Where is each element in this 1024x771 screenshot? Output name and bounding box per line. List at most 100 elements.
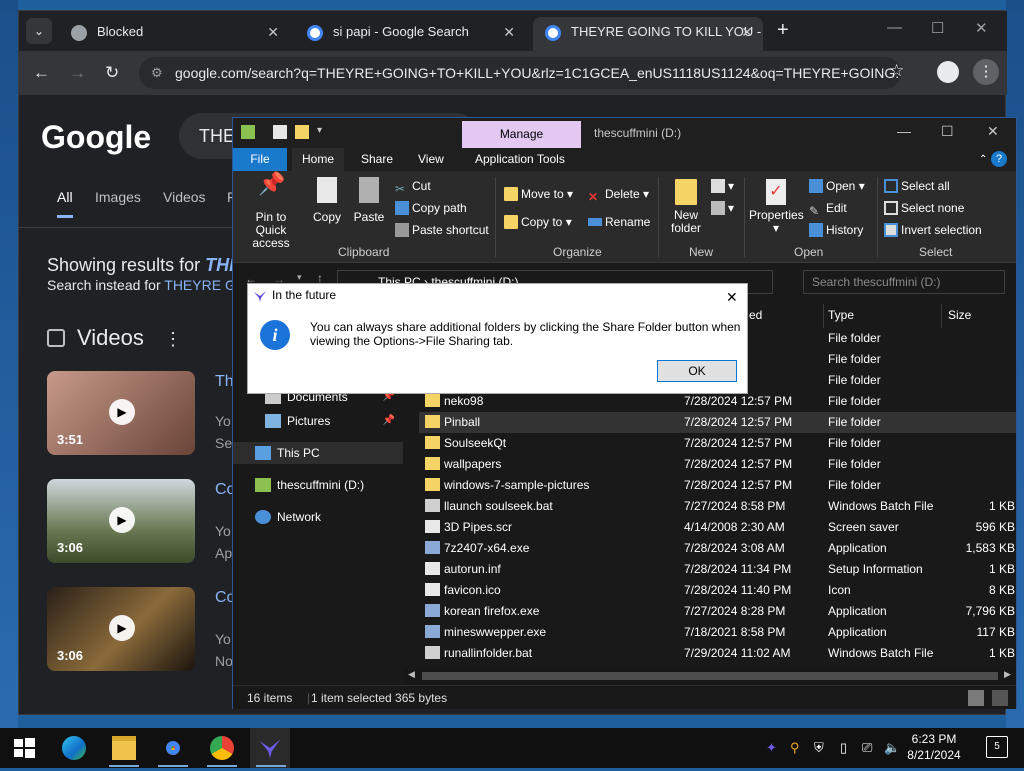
back-icon[interactable]: ← [33, 63, 50, 83]
nav-item-network[interactable]: Network [233, 506, 403, 528]
minimize-icon[interactable]: — [887, 19, 902, 36]
file-row[interactable]: wallpapers 7/28/2024 12:57 PM File folder [419, 454, 1016, 475]
details-view-icon[interactable] [968, 690, 984, 706]
rename-button[interactable]: Rename [588, 215, 650, 229]
select-none-button[interactable]: Select none [884, 201, 964, 215]
network-icon[interactable]: ⎚ [862, 740, 872, 756]
minimize-icon[interactable]: — [897, 123, 911, 139]
properties-button[interactable]: ✓ Properties ▾ [749, 179, 804, 235]
invert-selection-button[interactable]: Invert selection [884, 223, 982, 237]
close-icon[interactable]: ✕ [987, 123, 999, 140]
soulseek-tray-icon[interactable]: ✦ [766, 740, 777, 756]
properties-qat-icon[interactable] [273, 125, 287, 139]
ribbon-tab-view[interactable]: View [408, 148, 454, 171]
ribbon-tab-home[interactable]: Home [292, 148, 345, 171]
soulseek-taskbar-button[interactable] [250, 728, 290, 768]
google-logo[interactable]: Google [41, 119, 151, 156]
search-tray-icon[interactable]: ⚲ [790, 740, 800, 756]
menu-icon[interactable]: ⋮ [973, 59, 999, 85]
file-row[interactable]: 3D Pipes.scr 4/14/2008 2:30 AM Screen save… [419, 517, 1016, 538]
notification-center-icon[interactable]: 5 [986, 736, 1008, 758]
close-icon[interactable]: ✕ [975, 19, 988, 37]
maximize-icon[interactable]: ☐ [931, 19, 944, 37]
pin-icon[interactable]: 📌 [383, 410, 395, 432]
scrollbar-thumb[interactable] [422, 672, 998, 680]
nav-item-pictures[interactable]: Pictures 📌 [233, 410, 403, 432]
site-info-icon[interactable]: ⚙ [151, 57, 163, 89]
dialog-close-icon[interactable]: ✕ [726, 286, 738, 308]
original-query-link[interactable]: THEYRE G [164, 277, 236, 293]
copy-to-button[interactable]: Copy to ▾ [504, 215, 572, 229]
move-to-button[interactable]: Move to ▾ [504, 187, 573, 201]
ok-button[interactable]: OK [657, 360, 737, 382]
video-thumbnail[interactable]: ▶ 3:06 [47, 479, 195, 563]
file-row[interactable]: windows-7-sample-pictures 7/28/2024 12:57… [419, 475, 1016, 496]
gtab-images[interactable]: Images [95, 189, 141, 205]
ribbon-tab-share[interactable]: Share [351, 148, 403, 171]
tab-theyre-going[interactable]: THEYRE GOING TO KILL YOU - G ✕ [533, 17, 763, 51]
qat-dropdown-icon[interactable]: ▾ [317, 125, 331, 139]
nav-item-drive[interactable]: thescuffmini (D:) [233, 474, 403, 496]
manage-tab[interactable]: Manage [462, 121, 581, 148]
file-row[interactable]: korean firefox.exe 7/27/2024 8:28 PM Appli… [419, 601, 1016, 622]
recent-dropdown-icon[interactable]: ▾ [297, 272, 302, 283]
start-windows-icon[interactable] [12, 736, 36, 760]
shield-icon[interactable]: ⛨ [814, 740, 824, 756]
column-type[interactable]: Type [828, 308, 854, 322]
ribbon-tab-app-tools[interactable]: Application Tools [465, 148, 575, 171]
file-row[interactable]: Pinball 7/28/2024 12:57 PM File folder [419, 412, 1016, 433]
edge-icon[interactable] [62, 736, 86, 760]
paste-shortcut-button[interactable]: Paste shortcut [395, 223, 489, 237]
nav-item-this-pc[interactable]: This PC [233, 442, 403, 464]
column-size[interactable]: Size [948, 308, 971, 322]
video-title[interactable]: Th [215, 373, 234, 391]
large-icons-view-icon[interactable] [992, 690, 1008, 706]
new-folder-qat-icon[interactable] [295, 125, 309, 139]
more-options-icon[interactable]: ⋮ [164, 329, 182, 349]
file-row[interactable]: autorun.inf 7/28/2024 11:34 PM Setup Infor… [419, 559, 1016, 580]
file-row[interactable]: llaunch soulseek.bat 7/27/2024 8:58 PM Win… [419, 496, 1016, 517]
profile-icon[interactable] [937, 61, 959, 83]
open-button[interactable]: Open ▾ [809, 179, 865, 193]
new-folder-button[interactable]: New folder [665, 179, 707, 235]
reload-icon[interactable]: ↻ [105, 63, 119, 83]
column-date-modified[interactable]: ed [749, 308, 762, 322]
file-explorer-icon[interactable] [112, 736, 136, 760]
pin-quick-access-button[interactable]: 📌 Pin to Quick access [239, 173, 303, 250]
corrected-query-link[interactable]: THI [205, 255, 234, 275]
volume-icon[interactable]: 🔈 [884, 740, 900, 756]
cut-button[interactable]: ✂ Cut [395, 179, 431, 196]
ribbon-tab-file[interactable]: File [233, 148, 287, 171]
file-row[interactable]: runallinfolder.bat 7/29/2024 11:02 AM Wind… [419, 643, 1016, 664]
copy-button[interactable]: Copy [309, 177, 345, 224]
file-row[interactable]: favicon.ico 7/28/2024 11:40 PM Icon 8 KB [419, 580, 1016, 601]
easy-access-button[interactable]: ▾ [711, 201, 734, 215]
file-row[interactable]: SoulseekQt 7/28/2024 12:57 PM File folder [419, 433, 1016, 454]
delete-button[interactable]: ✕ Delete ▾ [588, 187, 649, 204]
copy-path-button[interactable]: Copy path [395, 201, 467, 215]
chrome-canary-icon[interactable] [161, 736, 185, 760]
video-thumbnail[interactable]: ▶ 3:51 [47, 371, 195, 455]
search-input[interactable]: Search thescuffmini (D:) [803, 270, 1005, 294]
tab-si-papi[interactable]: si papi - Google Search ✕ [295, 17, 525, 51]
history-button[interactable]: History [809, 223, 863, 237]
horizontal-scrollbar[interactable]: ◀ ▶ [404, 668, 1016, 684]
tab-close-icon[interactable]: ✕ [503, 17, 515, 47]
tab-search-button[interactable]: ⌄ [26, 18, 52, 44]
bookmark-star-icon[interactable]: ☆ [889, 61, 904, 81]
tab-blocked[interactable]: Blocked ✕ [59, 17, 289, 51]
scroll-left-icon[interactable]: ◀ [408, 669, 415, 680]
new-tab-button[interactable]: + [777, 19, 789, 42]
forward-icon[interactable]: → [69, 63, 86, 83]
new-item-button[interactable]: ▾ [711, 179, 734, 193]
file-row[interactable]: mineswwepper.exe 7/18/2021 8:58 PM Applica… [419, 622, 1016, 643]
gtab-all[interactable]: All [57, 189, 73, 218]
battery-icon[interactable]: ▯ [840, 740, 847, 756]
maximize-icon[interactable]: ☐ [941, 123, 954, 140]
scroll-right-icon[interactable]: ▶ [1004, 669, 1011, 680]
tab-close-icon[interactable]: ✕ [741, 17, 753, 47]
help-icon[interactable]: ? [991, 151, 1007, 167]
chrome-icon[interactable] [210, 736, 234, 760]
gtab-videos[interactable]: Videos [163, 189, 206, 205]
clock[interactable]: 6:23 PM 8/21/2024 [906, 731, 962, 763]
